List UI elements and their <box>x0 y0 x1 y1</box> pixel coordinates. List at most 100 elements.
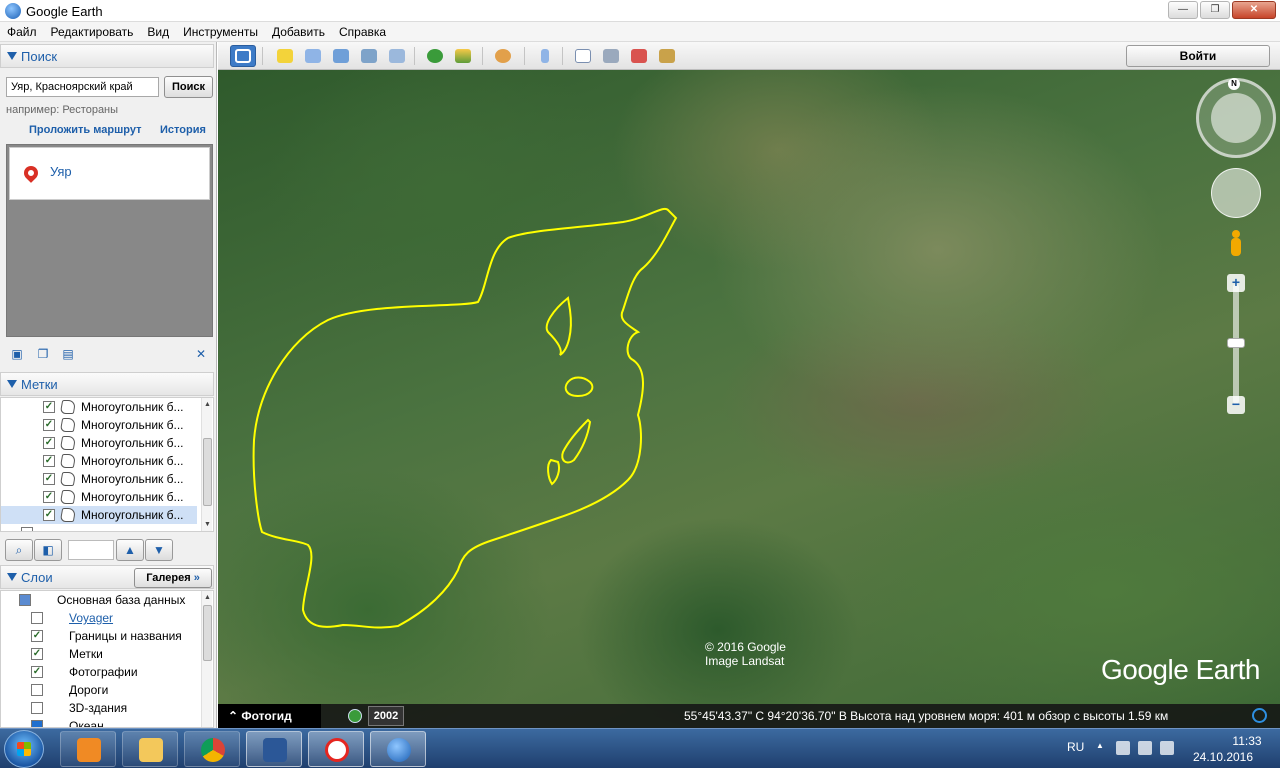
zoom-out-button[interactable]: − <box>1227 396 1245 414</box>
place-item[interactable]: ✓ Многоугольник б... <box>1 416 197 434</box>
layer-checkbox[interactable]: ✓ <box>31 630 43 642</box>
layer-checkbox[interactable]: ✓ <box>31 666 43 678</box>
menu-file[interactable]: Файл <box>0 22 44 41</box>
save-image-button[interactable] <box>654 45 680 67</box>
add-polygon-button[interactable] <box>300 45 326 67</box>
historical-clock-icon[interactable] <box>348 709 362 723</box>
street-view-pegman-icon[interactable] <box>1229 230 1243 260</box>
restore-button[interactable]: ❐ <box>1200 1 1230 19</box>
place-label[interactable]: Многоугольник б... <box>81 418 184 432</box>
scroll-up-icon[interactable]: ▲ <box>203 400 212 409</box>
split-view-icon[interactable]: ◧ <box>34 539 62 561</box>
place-checkbox[interactable]: ✓ <box>43 437 55 449</box>
historical-imagery-button[interactable] <box>422 45 448 67</box>
layers-scrollbar[interactable]: ▲ <box>201 591 212 727</box>
gallery-button[interactable]: Галерея » <box>134 568 212 588</box>
layer-item[interactable]: 3D-здания <box>1 699 197 717</box>
print-icon[interactable]: ▤ <box>61 348 75 361</box>
place-checkbox[interactable] <box>21 527 33 531</box>
layer-label[interactable]: Метки <box>69 647 103 661</box>
layer-checkbox[interactable] <box>19 594 31 606</box>
start-button[interactable] <box>4 730 44 768</box>
north-indicator[interactable]: N <box>1228 78 1240 90</box>
layer-item[interactable]: ✓ Границы и названия <box>1 627 197 645</box>
input-language[interactable]: RU <box>1067 740 1084 754</box>
zoom-slider-knob[interactable] <box>1227 338 1245 348</box>
place-checkbox[interactable]: ✓ <box>43 491 55 503</box>
place-label[interactable]: Многоугольник б... <box>81 454 184 468</box>
taskbar-explorer[interactable] <box>122 731 178 767</box>
layer-checkbox[interactable] <box>31 702 43 714</box>
get-directions-link[interactable]: Проложить маршрут <box>29 124 141 136</box>
layer-item[interactable]: Voyager <box>1 609 197 627</box>
map-view[interactable]: © 2016 Google Image Landsat Google Earth… <box>218 70 1280 728</box>
clear-search-icon[interactable]: ✕ <box>194 348 208 361</box>
move-down-icon[interactable]: ▼ <box>145 539 173 561</box>
imagery-year[interactable]: 2002 <box>368 706 404 726</box>
place-checkbox[interactable]: ✓ <box>43 455 55 467</box>
place-item[interactable]: ✓ Многоугольник б... <box>1 434 197 452</box>
places-filter-field[interactable] <box>68 540 114 560</box>
field-exclusion[interactable] <box>561 418 592 464</box>
network-icon[interactable] <box>1138 741 1152 755</box>
layer-label[interactable]: Фотографии <box>69 665 138 679</box>
scroll-up-icon[interactable]: ▲ <box>203 593 212 602</box>
record-tour-button[interactable] <box>384 45 410 67</box>
layer-item[interactable]: Основная база данных <box>1 591 197 609</box>
menu-view[interactable]: Вид <box>140 22 176 41</box>
place-checkbox[interactable]: ✓ <box>43 419 55 431</box>
menu-edit[interactable]: Редактировать <box>44 22 141 41</box>
sidebar-toggle-button[interactable] <box>230 45 256 67</box>
layer-item[interactable]: ✓ Метки <box>1 645 197 663</box>
scroll-down-icon[interactable]: ▼ <box>203 520 212 529</box>
search-button[interactable]: Поиск <box>164 76 213 98</box>
place-item[interactable]: ✓ Многоугольник б... <box>1 452 197 470</box>
place-label[interactable]: Многоугольник б... <box>81 472 184 486</box>
switch-planet-button[interactable] <box>490 45 516 67</box>
layer-label[interactable]: Границы и названия <box>69 629 182 643</box>
place-label[interactable]: Многоугольник б... <box>81 508 184 522</box>
sunlight-button[interactable] <box>450 45 476 67</box>
field-exclusion[interactable] <box>545 296 572 356</box>
scroll-thumb[interactable] <box>203 605 212 661</box>
layer-item[interactable]: Океан <box>1 717 197 727</box>
place-checkbox[interactable]: ✓ <box>43 401 55 413</box>
flag-icon[interactable] <box>1116 741 1130 755</box>
search-places-icon[interactable]: ⌕ <box>5 539 33 561</box>
taskbar-google-earth[interactable] <box>370 731 426 767</box>
field-boundary-outer[interactable] <box>252 207 678 629</box>
look-joystick[interactable] <box>1211 93 1261 143</box>
add-to-places-icon[interactable]: ▣ <box>10 348 24 361</box>
menu-help[interactable]: Справка <box>332 22 393 41</box>
copy-icon[interactable]: ❐ <box>36 348 50 361</box>
search-input[interactable] <box>6 77 159 97</box>
history-link[interactable]: История <box>160 124 206 136</box>
email-button[interactable] <box>570 45 596 67</box>
layer-label[interactable]: Основная база данных <box>57 593 185 607</box>
place-checkbox[interactable]: ✓ <box>43 509 55 521</box>
place-item-selected[interactable]: ✓ Многоугольник б... <box>1 506 197 524</box>
clock-date[interactable]: 24.10.2016 <box>1188 750 1258 764</box>
place-item[interactable]: ✓ Многоугольник б... <box>1 470 197 488</box>
taskbar-media-player[interactable] <box>60 731 116 767</box>
layer-label[interactable]: 3D-здания <box>69 701 127 715</box>
volume-icon[interactable] <box>1160 741 1174 755</box>
add-path-button[interactable] <box>328 45 354 67</box>
place-label[interactable]: Многоугольник б... <box>81 436 184 450</box>
layers-panel-header[interactable]: Слои Галерея » <box>0 565 214 589</box>
clock-time[interactable]: 11:33 <box>1222 734 1272 748</box>
layer-label[interactable]: Дороги <box>69 683 108 697</box>
scroll-thumb[interactable] <box>203 438 212 506</box>
taskbar-yandex[interactable] <box>308 731 364 767</box>
look-around-control[interactable] <box>1196 78 1276 158</box>
search-result-name[interactable]: Уяр <box>50 164 72 179</box>
field-exclusion[interactable] <box>547 458 561 486</box>
view-in-maps-button[interactable] <box>626 45 652 67</box>
place-label[interactable]: Многоугольник б... <box>81 490 184 504</box>
layer-item[interactable]: ✓ Фотографии <box>1 663 197 681</box>
place-item[interactable]: ✓ Многоугольник б... <box>1 398 197 416</box>
layer-label[interactable]: Voyager <box>69 611 113 625</box>
print-button[interactable] <box>598 45 624 67</box>
search-result-item[interactable]: Уяр <box>9 147 210 200</box>
field-exclusion[interactable] <box>564 376 594 398</box>
